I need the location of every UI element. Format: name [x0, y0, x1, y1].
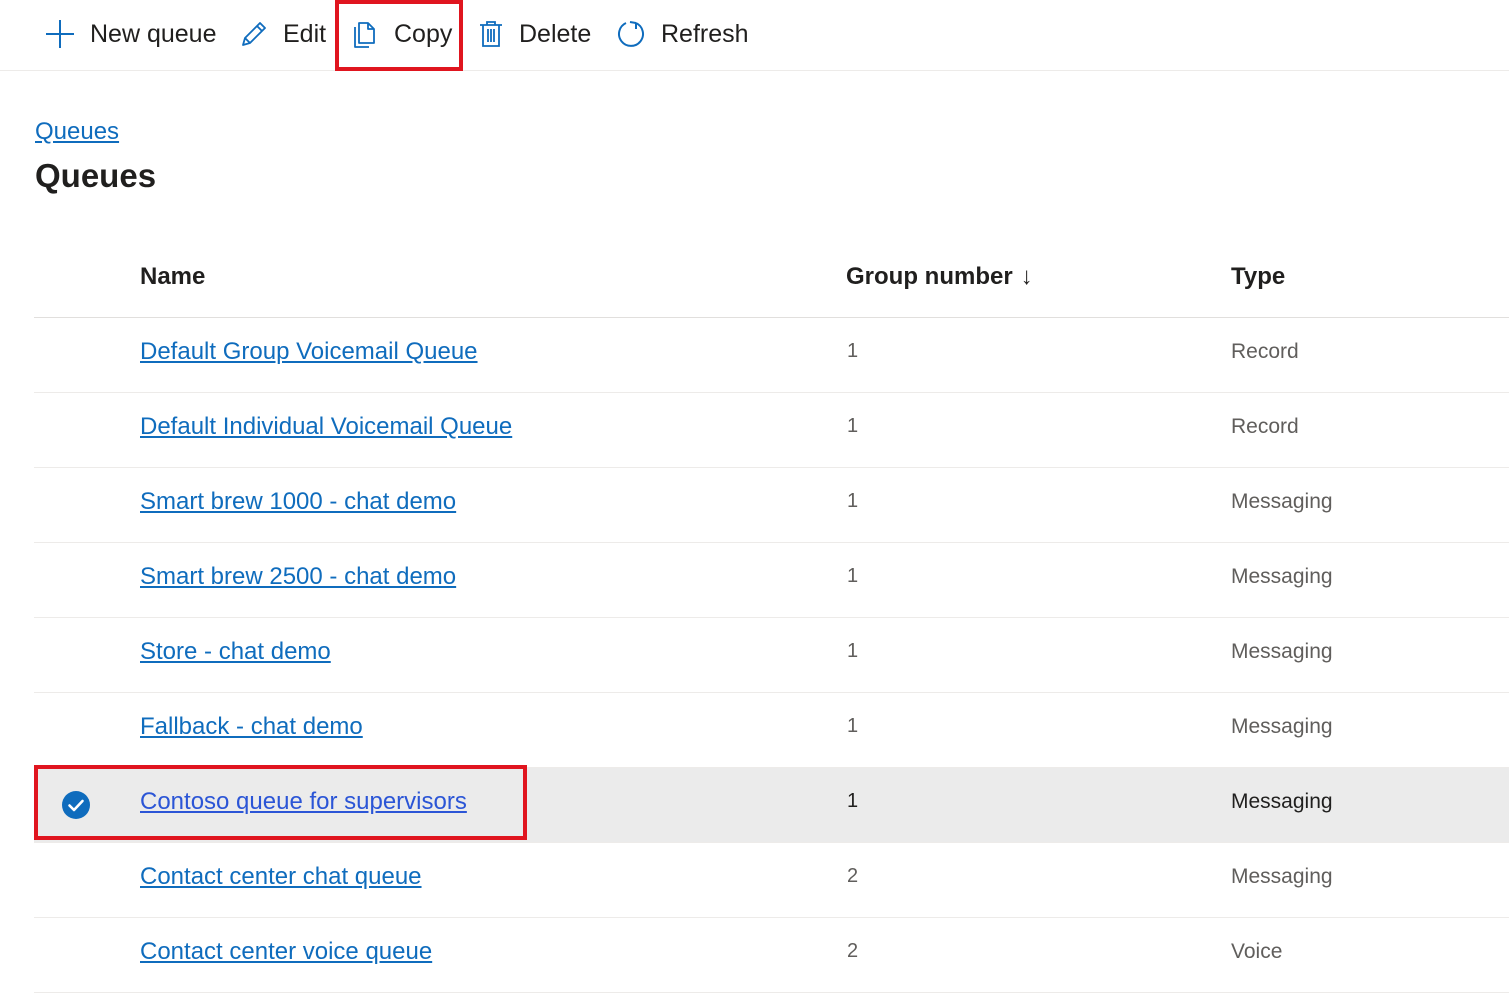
edit-label: Edit [283, 19, 327, 48]
checkmark-circle-icon[interactable] [61, 790, 91, 820]
type-cell: Messaging [1231, 490, 1333, 513]
type-cell: Messaging [1231, 790, 1333, 813]
type-cell: Messaging [1231, 565, 1333, 588]
new-queue-button[interactable]: New queue [44, 0, 216, 68]
queue-name-link[interactable]: Contoso queue for supervisors [140, 788, 467, 816]
plus-icon [44, 18, 76, 50]
queue-name-link[interactable]: Default Group Voicemail Queue [140, 338, 478, 366]
table-row[interactable]: Store - chat demo 1 Messaging [34, 618, 1509, 693]
group-number-cell: 2 [847, 865, 859, 887]
type-cell: Record [1231, 415, 1299, 438]
type-cell: Messaging [1231, 715, 1333, 738]
type-cell: Record [1231, 340, 1299, 363]
type-cell: Voice [1231, 940, 1283, 963]
queues-table: Name Group number ↓ Type Default Group Vo… [34, 243, 1509, 993]
group-number-cell: 2 [847, 940, 859, 962]
breadcrumb-queues[interactable]: Queues [35, 118, 119, 146]
group-number-cell: 1 [847, 640, 859, 662]
type-cell: Messaging [1231, 640, 1333, 663]
delete-button[interactable]: Delete [477, 0, 591, 68]
new-queue-label: New queue [90, 19, 217, 48]
page-title: Queues [35, 157, 157, 194]
table-row[interactable]: Default Individual Voicemail Queue 1 Rec… [34, 393, 1509, 468]
column-header-name[interactable]: Name [140, 263, 205, 291]
column-header-group-number-label: Group number [846, 263, 1013, 290]
queue-name-link[interactable]: Smart brew 1000 - chat demo [140, 488, 456, 516]
refresh-label: Refresh [661, 19, 749, 48]
group-number-cell: 1 [847, 490, 859, 512]
delete-label: Delete [519, 19, 592, 48]
command-bar: New queue Edit Copy Delete Refresh [0, 0, 1509, 71]
column-header-type[interactable]: Type [1231, 263, 1285, 291]
queue-name-link[interactable]: Smart brew 2500 - chat demo [140, 563, 456, 591]
table-row[interactable]: Smart brew 2500 - chat demo 1 Messaging [34, 543, 1509, 618]
group-number-cell: 1 [847, 715, 859, 737]
refresh-icon [615, 18, 647, 50]
table-row[interactable]: Contact center chat queue 2 Messaging [34, 843, 1509, 918]
table-row[interactable]: Fallback - chat demo 1 Messaging [34, 693, 1509, 768]
sort-descending-icon: ↓ [1020, 263, 1033, 290]
type-cell: Messaging [1231, 865, 1333, 888]
copy-icon [350, 19, 380, 49]
column-header-group-number[interactable]: Group number ↓ [846, 263, 1033, 291]
refresh-button[interactable]: Refresh [615, 0, 749, 68]
edit-button[interactable]: Edit [239, 0, 326, 68]
queue-name-link[interactable]: Store - chat demo [140, 638, 331, 666]
table-row[interactable]: Default Group Voicemail Queue 1 Record [34, 318, 1509, 393]
copy-button[interactable]: Copy [350, 0, 452, 68]
table-row[interactable]: Contact center voice queue 2 Voice [34, 918, 1509, 993]
table-row[interactable]: Smart brew 1000 - chat demo 1 Messaging [34, 468, 1509, 543]
queue-name-link[interactable]: Contact center chat queue [140, 863, 422, 891]
group-number-cell: 1 [847, 790, 859, 812]
pencil-icon [239, 19, 269, 49]
table-row-selected[interactable]: Contoso queue for supervisors 1 Messagin… [34, 765, 1509, 843]
group-number-cell: 1 [847, 340, 859, 362]
trash-icon [477, 19, 505, 49]
table-header: Name Group number ↓ Type [34, 243, 1509, 318]
queue-name-link[interactable]: Default Individual Voicemail Queue [140, 413, 512, 441]
queue-name-link[interactable]: Fallback - chat demo [140, 713, 363, 741]
group-number-cell: 1 [847, 565, 859, 587]
copy-label: Copy [394, 19, 453, 48]
group-number-cell: 1 [847, 415, 859, 437]
queue-name-link[interactable]: Contact center voice queue [140, 938, 432, 966]
